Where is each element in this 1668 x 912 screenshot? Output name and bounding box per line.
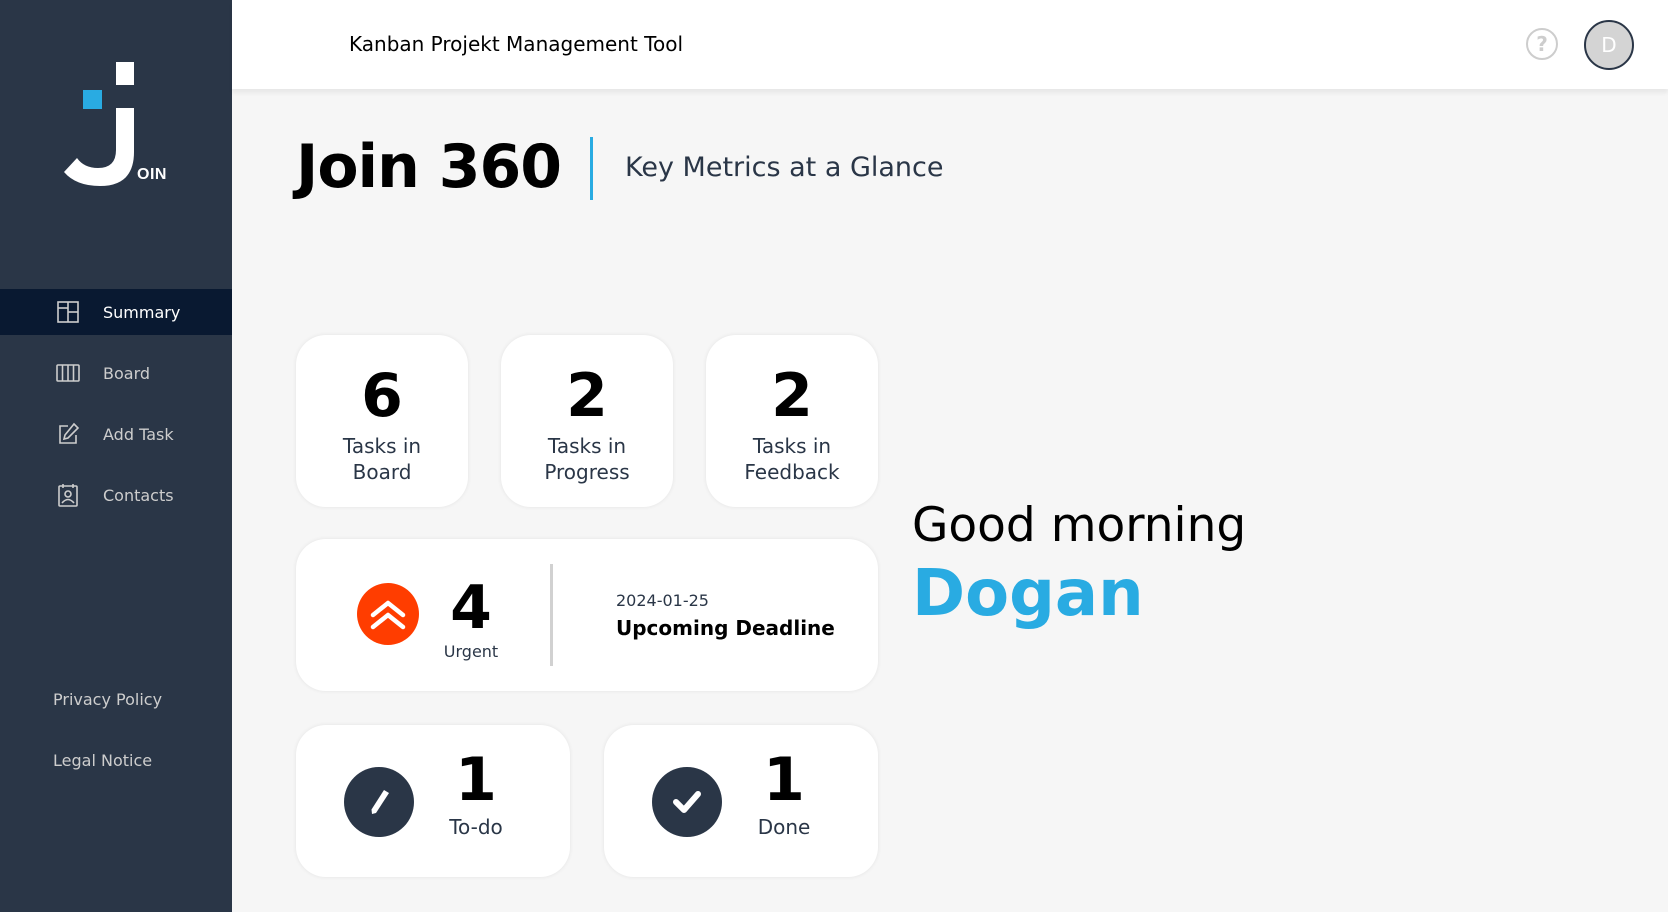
- contacts-icon: [58, 484, 78, 507]
- pencil-icon: [344, 767, 414, 837]
- urgent-label: Urgent: [443, 642, 499, 661]
- page-title: Join 360: [296, 132, 562, 202]
- progress-tasks-label: Tasks in Progress: [544, 434, 630, 484]
- deadline-date: 2024-01-25: [616, 591, 709, 610]
- deadline-label: Upcoming Deadline: [616, 616, 835, 640]
- feedback-tasks-card[interactable]: 2 Tasks in Feedback: [706, 335, 878, 507]
- progress-tasks-count: 2: [566, 361, 608, 431]
- double-chevron-up-icon: [357, 583, 419, 645]
- done-count: 1: [763, 745, 805, 815]
- logo-text: OIN: [137, 166, 167, 183]
- greeting-text: Good morning: [912, 498, 1247, 553]
- sidebar-item-label: Summary: [103, 302, 181, 322]
- feedback-tasks-count: 2: [771, 361, 813, 431]
- feedback-tasks-label: Tasks in Feedback: [744, 434, 840, 484]
- todo-card[interactable]: 1 To-do: [296, 725, 570, 877]
- summary-icon: [57, 301, 79, 323]
- sidebar: OIN Summary Board Add Task Contacts Priv…: [0, 0, 232, 912]
- board-tasks-count: 6: [361, 361, 403, 431]
- sidebar-nav: Summary Board Add Task Contacts: [0, 289, 232, 533]
- urgent-divider: [550, 564, 553, 666]
- add-task-icon: [59, 422, 80, 444]
- todo-count: 1: [455, 745, 497, 815]
- avatar[interactable]: D: [1584, 20, 1634, 70]
- progress-tasks-card[interactable]: 2 Tasks in Progress: [501, 335, 673, 507]
- header: Kanban Projekt Management Tool ? D: [232, 0, 1668, 89]
- checkmark-icon: [652, 767, 722, 837]
- greeting-name: Dogan: [912, 557, 1144, 631]
- title-divider: [590, 137, 593, 200]
- sidebar-item-contacts[interactable]: Contacts: [0, 472, 232, 518]
- done-card[interactable]: 1 Done: [604, 725, 878, 877]
- sidebar-item-board[interactable]: Board: [0, 350, 232, 396]
- help-symbol: ?: [1536, 32, 1548, 56]
- done-label: Done: [757, 815, 811, 839]
- app-title: Kanban Projekt Management Tool: [349, 32, 684, 56]
- board-icon: [56, 364, 80, 382]
- privacy-policy-link[interactable]: Privacy Policy: [53, 690, 162, 751]
- legal-notice-link[interactable]: Legal Notice: [53, 751, 162, 812]
- sidebar-item-label: Contacts: [103, 485, 174, 505]
- urgent-count: 4: [450, 573, 492, 643]
- sidebar-item-add-task[interactable]: Add Task: [0, 411, 232, 457]
- sidebar-footer: Privacy Policy Legal Notice: [53, 690, 162, 812]
- sidebar-item-label: Add Task: [103, 424, 174, 444]
- board-tasks-card[interactable]: 6 Tasks in Board: [296, 335, 468, 507]
- page-subtitle: Key Metrics at a Glance: [625, 152, 944, 183]
- sidebar-item-summary[interactable]: Summary: [0, 289, 232, 335]
- urgent-card[interactable]: 4 Urgent 2024-01-25 Upcoming Deadline: [296, 539, 878, 691]
- todo-label: To-do: [449, 815, 503, 839]
- sidebar-item-label: Board: [103, 363, 151, 383]
- avatar-initial: D: [1601, 33, 1617, 57]
- board-tasks-label: Tasks in Board: [342, 434, 422, 484]
- help-icon[interactable]: ?: [1526, 28, 1558, 60]
